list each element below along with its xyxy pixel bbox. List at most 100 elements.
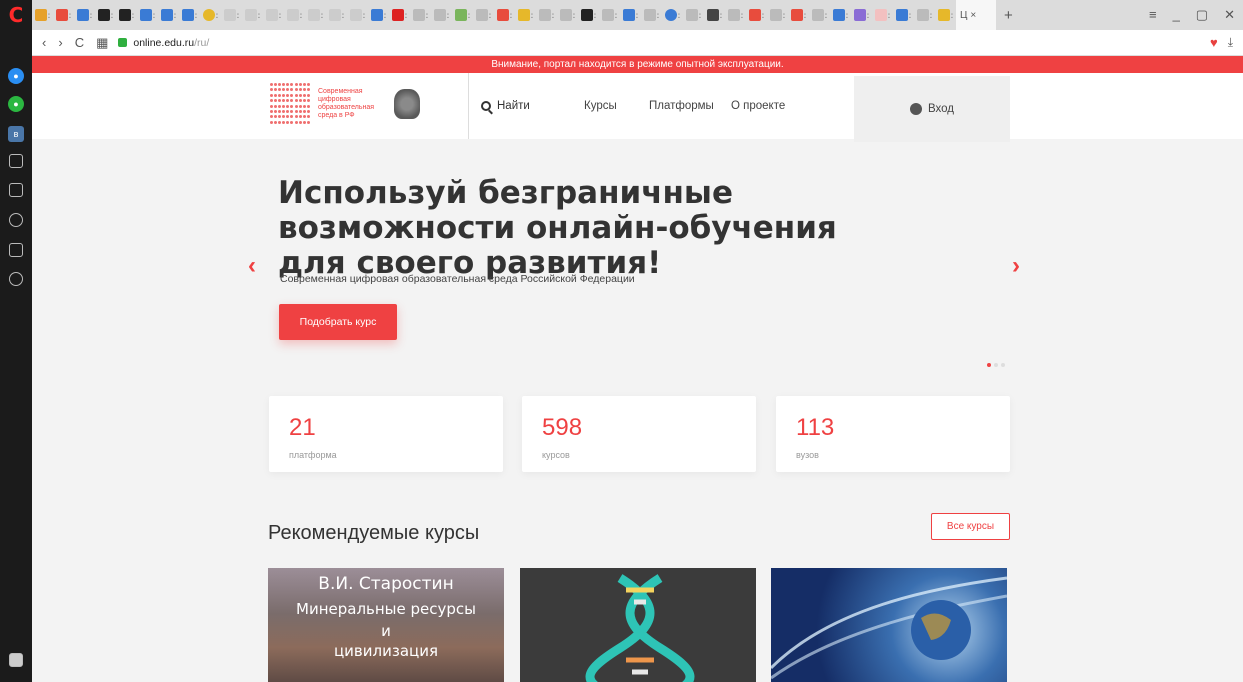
new-tab-icon[interactable]: + (1004, 7, 1013, 24)
tab[interactable]: : (431, 4, 452, 26)
vk-icon[interactable]: в (8, 126, 24, 142)
all-courses-button[interactable]: Все курсы (931, 513, 1010, 540)
tab-menu-icon[interactable]: ≡ (1149, 7, 1157, 23)
tab[interactable]: : (179, 4, 200, 26)
forward-icon[interactable]: › (58, 35, 62, 51)
user-icon (909, 103, 922, 115)
tab[interactable]: : (137, 4, 158, 26)
tab[interactable]: : (305, 4, 326, 26)
tab[interactable]: : (578, 4, 599, 26)
bookmark-heart-icon[interactable]: ♥ (1210, 35, 1218, 50)
tab[interactable]: : (95, 4, 116, 26)
tab[interactable]: : (893, 4, 914, 26)
history-icon[interactable] (9, 272, 23, 286)
hero-subtitle: Современная цифровая образовательная сре… (280, 273, 635, 285)
stat-value: 598 (542, 414, 583, 441)
tab[interactable]: : (872, 4, 893, 26)
close-tab-icon[interactable]: × (970, 10, 976, 21)
tab[interactable]: : (683, 4, 704, 26)
tab[interactable]: : (599, 4, 620, 26)
search-icon (481, 101, 491, 111)
search-button[interactable]: Найти (468, 73, 530, 139)
news-icon[interactable] (9, 243, 23, 257)
tab[interactable]: : (452, 4, 473, 26)
slider-dot[interactable] (994, 363, 998, 367)
download-icon[interactable]: ⤓ (1228, 35, 1233, 50)
page-content: Внимание, портал находится в режиме опыт… (32, 56, 1243, 682)
slider-dots (987, 363, 1005, 367)
tab[interactable]: : (326, 4, 347, 26)
tab[interactable]: : (662, 4, 683, 26)
login-button[interactable]: Вход (854, 76, 1010, 142)
tab[interactable]: : (851, 4, 872, 26)
tab[interactable]: : (620, 4, 641, 26)
course-card[interactable]: В.И. Старостин Минеральные ресурсы и цив… (268, 568, 504, 682)
tab[interactable]: : (158, 4, 179, 26)
dna-icon (585, 574, 695, 682)
tab[interactable]: : (704, 4, 725, 26)
tab[interactable]: : (641, 4, 662, 26)
tab[interactable]: : (788, 4, 809, 26)
slider-dot[interactable] (1001, 363, 1005, 367)
reload-icon[interactable]: C (75, 35, 84, 51)
nav-platforms[interactable]: Платформы (649, 73, 714, 139)
minimize-icon[interactable]: _ (1173, 7, 1180, 23)
tab[interactable]: : (830, 4, 851, 26)
slider-prev-icon[interactable]: ‹ (248, 252, 256, 280)
tab[interactable]: : (725, 4, 746, 26)
tab[interactable]: : (809, 4, 830, 26)
stat-label: вузов (796, 450, 819, 460)
tab[interactable]: : (746, 4, 767, 26)
tab[interactable]: : (368, 4, 389, 26)
coat-of-arms-icon (394, 89, 420, 119)
nav-about[interactable]: О проекте (731, 73, 785, 139)
tab[interactable]: : (473, 4, 494, 26)
active-tab-title: Ц (960, 9, 968, 21)
tab[interactable]: : (935, 4, 956, 26)
url-field[interactable]: online.edu.ru/ru/ (133, 37, 209, 49)
slider-next-icon[interactable]: › (1012, 252, 1020, 280)
tab[interactable]: : (263, 4, 284, 26)
tab[interactable]: : (536, 4, 557, 26)
active-tab[interactable]: Ц × (956, 0, 996, 30)
tab[interactable]: : (74, 4, 95, 26)
tab[interactable]: : (53, 4, 74, 26)
secure-lock-icon[interactable] (118, 38, 128, 47)
nav-courses[interactable]: Курсы (584, 73, 617, 139)
browser-tab-bar: : : : : : : : : : : : : : : : : : : : : … (32, 0, 1243, 30)
tab[interactable]: : (200, 4, 221, 26)
whatsapp-icon[interactable]: ● (8, 96, 24, 112)
tab[interactable]: : (221, 4, 242, 26)
tab[interactable]: : (32, 4, 53, 26)
speed-dial-icon[interactable] (9, 183, 23, 197)
slider-dot[interactable] (987, 363, 991, 367)
back-icon[interactable]: ‹ (42, 35, 46, 51)
site-logo[interactable]: Современная цифровая образовательная сре… (270, 83, 420, 125)
tab[interactable]: : (242, 4, 263, 26)
close-window-icon[interactable]: ✕ (1224, 7, 1235, 23)
course-card[interactable] (771, 568, 1007, 682)
tab[interactable]: : (410, 4, 431, 26)
tab[interactable]: : (515, 4, 536, 26)
sidebar-toggle-icon[interactable] (9, 653, 23, 667)
tab[interactable]: : (116, 4, 137, 26)
tab[interactable]: : (389, 4, 410, 26)
stat-card-courses: 598 курсов (522, 396, 756, 472)
tab[interactable]: : (767, 4, 788, 26)
snapshot-icon[interactable] (9, 154, 23, 168)
tab[interactable]: : (284, 4, 305, 26)
stat-label: курсов (542, 450, 570, 460)
tab[interactable]: : (914, 4, 935, 26)
browser-logo-icon[interactable]: C (0, 0, 32, 30)
bookmarks-heart-icon[interactable] (9, 213, 23, 227)
tab[interactable]: : (347, 4, 368, 26)
pick-course-button[interactable]: Подобрать курс (279, 304, 397, 340)
speed-dial-button-icon[interactable]: ▦ (96, 35, 108, 51)
course-card[interactable] (520, 568, 756, 682)
tab[interactable]: : (557, 4, 578, 26)
stat-card-platforms: 21 платформа (269, 396, 503, 472)
restore-icon[interactable]: ▢ (1196, 7, 1208, 23)
messenger-icon[interactable]: ● (8, 68, 24, 84)
logo-text: Современная цифровая образовательная сре… (318, 88, 375, 119)
tab[interactable]: : (494, 4, 515, 26)
